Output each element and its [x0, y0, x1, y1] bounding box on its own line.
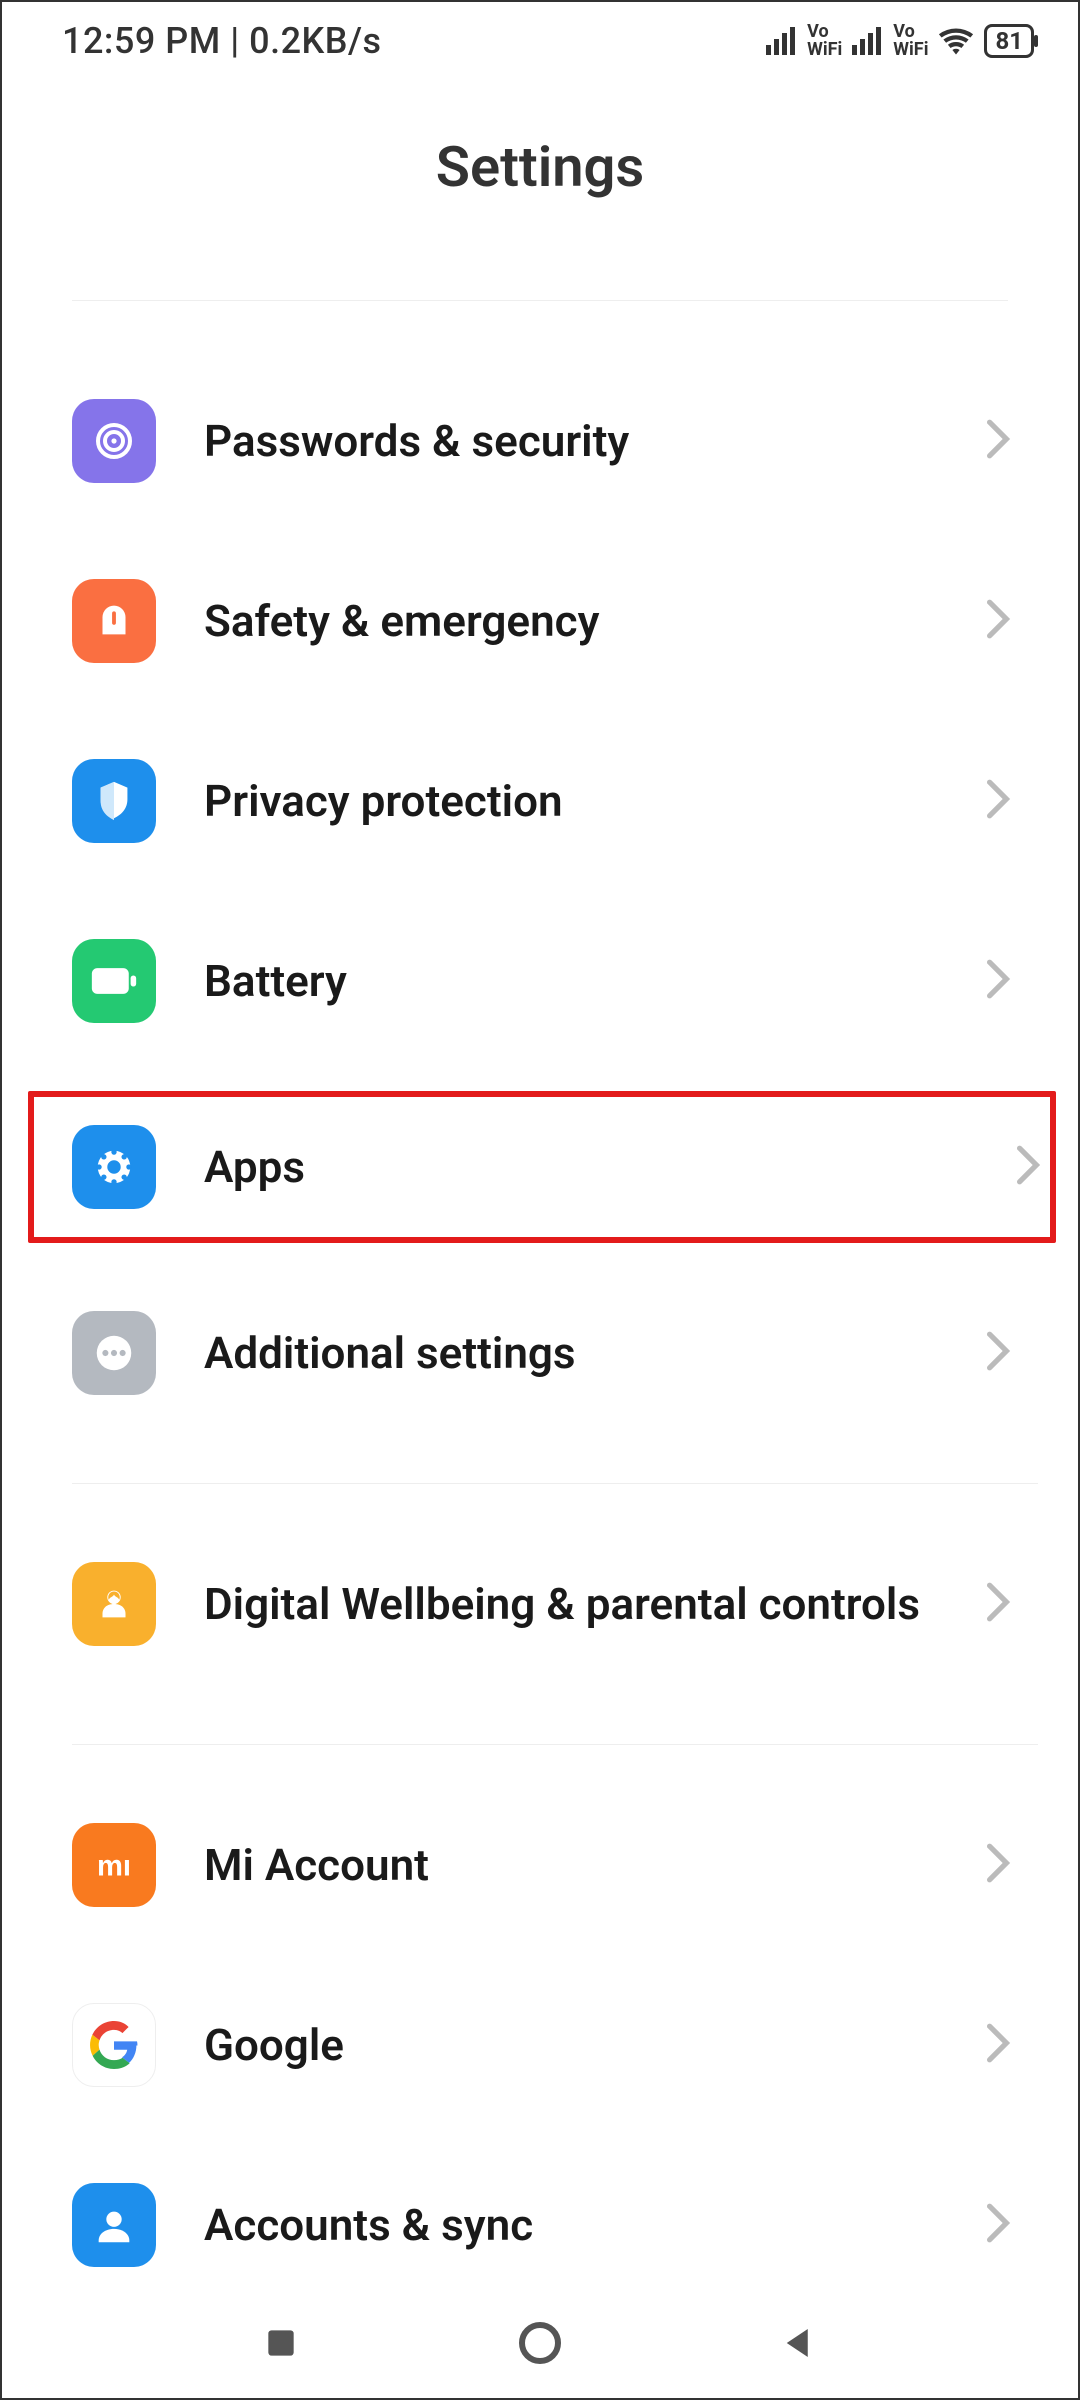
row-label: Passwords & security [156, 414, 984, 469]
chevron-right-icon [984, 1842, 1012, 1888]
chevron-right-icon [984, 418, 1012, 464]
vowifi-label-1: VoWiFi [807, 23, 842, 59]
row-label: Google [156, 2018, 984, 2073]
row-passwords-security[interactable]: Passwords & security [72, 371, 1038, 511]
status-time-net: 12:59 PM | 0.2KB/s [62, 20, 382, 62]
signal-icon-2 [852, 27, 881, 55]
additional-icon [72, 1311, 156, 1395]
row-label: Privacy protection [156, 774, 984, 829]
status-right: VoWiFi VoWiFi 81 [766, 23, 1034, 59]
wellbeing-icon [72, 1562, 156, 1646]
chevron-right-icon [1014, 1144, 1042, 1190]
signal-icon [766, 27, 795, 55]
fingerprint-icon [72, 399, 156, 483]
accounts-icon [72, 2183, 156, 2267]
row-label: Apps [156, 1140, 1014, 1195]
privacy-icon [72, 759, 156, 843]
battery-level: 81 [984, 24, 1034, 58]
chevron-right-icon [984, 778, 1012, 824]
nav-bar [2, 2288, 1078, 2398]
divider [72, 1744, 1038, 1745]
status-bar: 12:59 PM | 0.2KB/s VoWiFi VoWiFi 81 [2, 2, 1078, 74]
vowifi-label-2: VoWiFi [893, 23, 928, 59]
apps-icon [72, 1125, 156, 1209]
status-net-speed: 0.2KB/s [249, 20, 381, 62]
google-icon [72, 2003, 156, 2087]
battery-icon [72, 939, 156, 1023]
row-label: Additional settings [156, 1326, 984, 1381]
row-accounts-sync[interactable]: Accounts & sync [72, 2155, 1038, 2295]
row-label: Battery [156, 954, 984, 1009]
status-time: 12:59 PM [62, 20, 221, 62]
row-label: Accounts & sync [156, 2198, 984, 2253]
row-additional-settings[interactable]: Additional settings [72, 1283, 1038, 1423]
chevron-right-icon [984, 1581, 1012, 1627]
row-safety-emergency[interactable]: Safety & emergency [72, 551, 1038, 691]
svg-text:mı: mı [97, 1850, 131, 1882]
row-mi-account[interactable]: mı Mi Account [72, 1795, 1038, 1935]
nav-recents-button[interactable] [256, 2318, 306, 2368]
row-google[interactable]: Google [72, 1975, 1038, 2115]
chevron-right-icon [984, 2202, 1012, 2248]
chevron-right-icon [984, 2022, 1012, 2068]
nav-home-button[interactable] [515, 2318, 565, 2368]
chevron-right-icon [984, 1330, 1012, 1376]
row-label: Mi Account [156, 1838, 984, 1893]
row-apps[interactable]: Apps [28, 1091, 1056, 1243]
row-privacy-protection[interactable]: Privacy protection [72, 731, 1038, 871]
chevron-right-icon [984, 598, 1012, 644]
row-label: Safety & emergency [156, 594, 984, 649]
mi-icon: mı [72, 1823, 156, 1907]
page-title: Settings [2, 74, 1078, 300]
chevron-right-icon [984, 958, 1012, 1004]
nav-back-button[interactable] [774, 2318, 824, 2368]
wifi-icon [938, 27, 974, 55]
divider [72, 1483, 1038, 1484]
row-label: Digital Wellbeing & parental controls [156, 1577, 984, 1632]
emergency-icon [72, 579, 156, 663]
row-digital-wellbeing[interactable]: Digital Wellbeing & parental controls [72, 1534, 1038, 1674]
row-battery[interactable]: Battery [72, 911, 1038, 1051]
settings-list: Passwords & security Safety & emergency … [2, 301, 1078, 2295]
